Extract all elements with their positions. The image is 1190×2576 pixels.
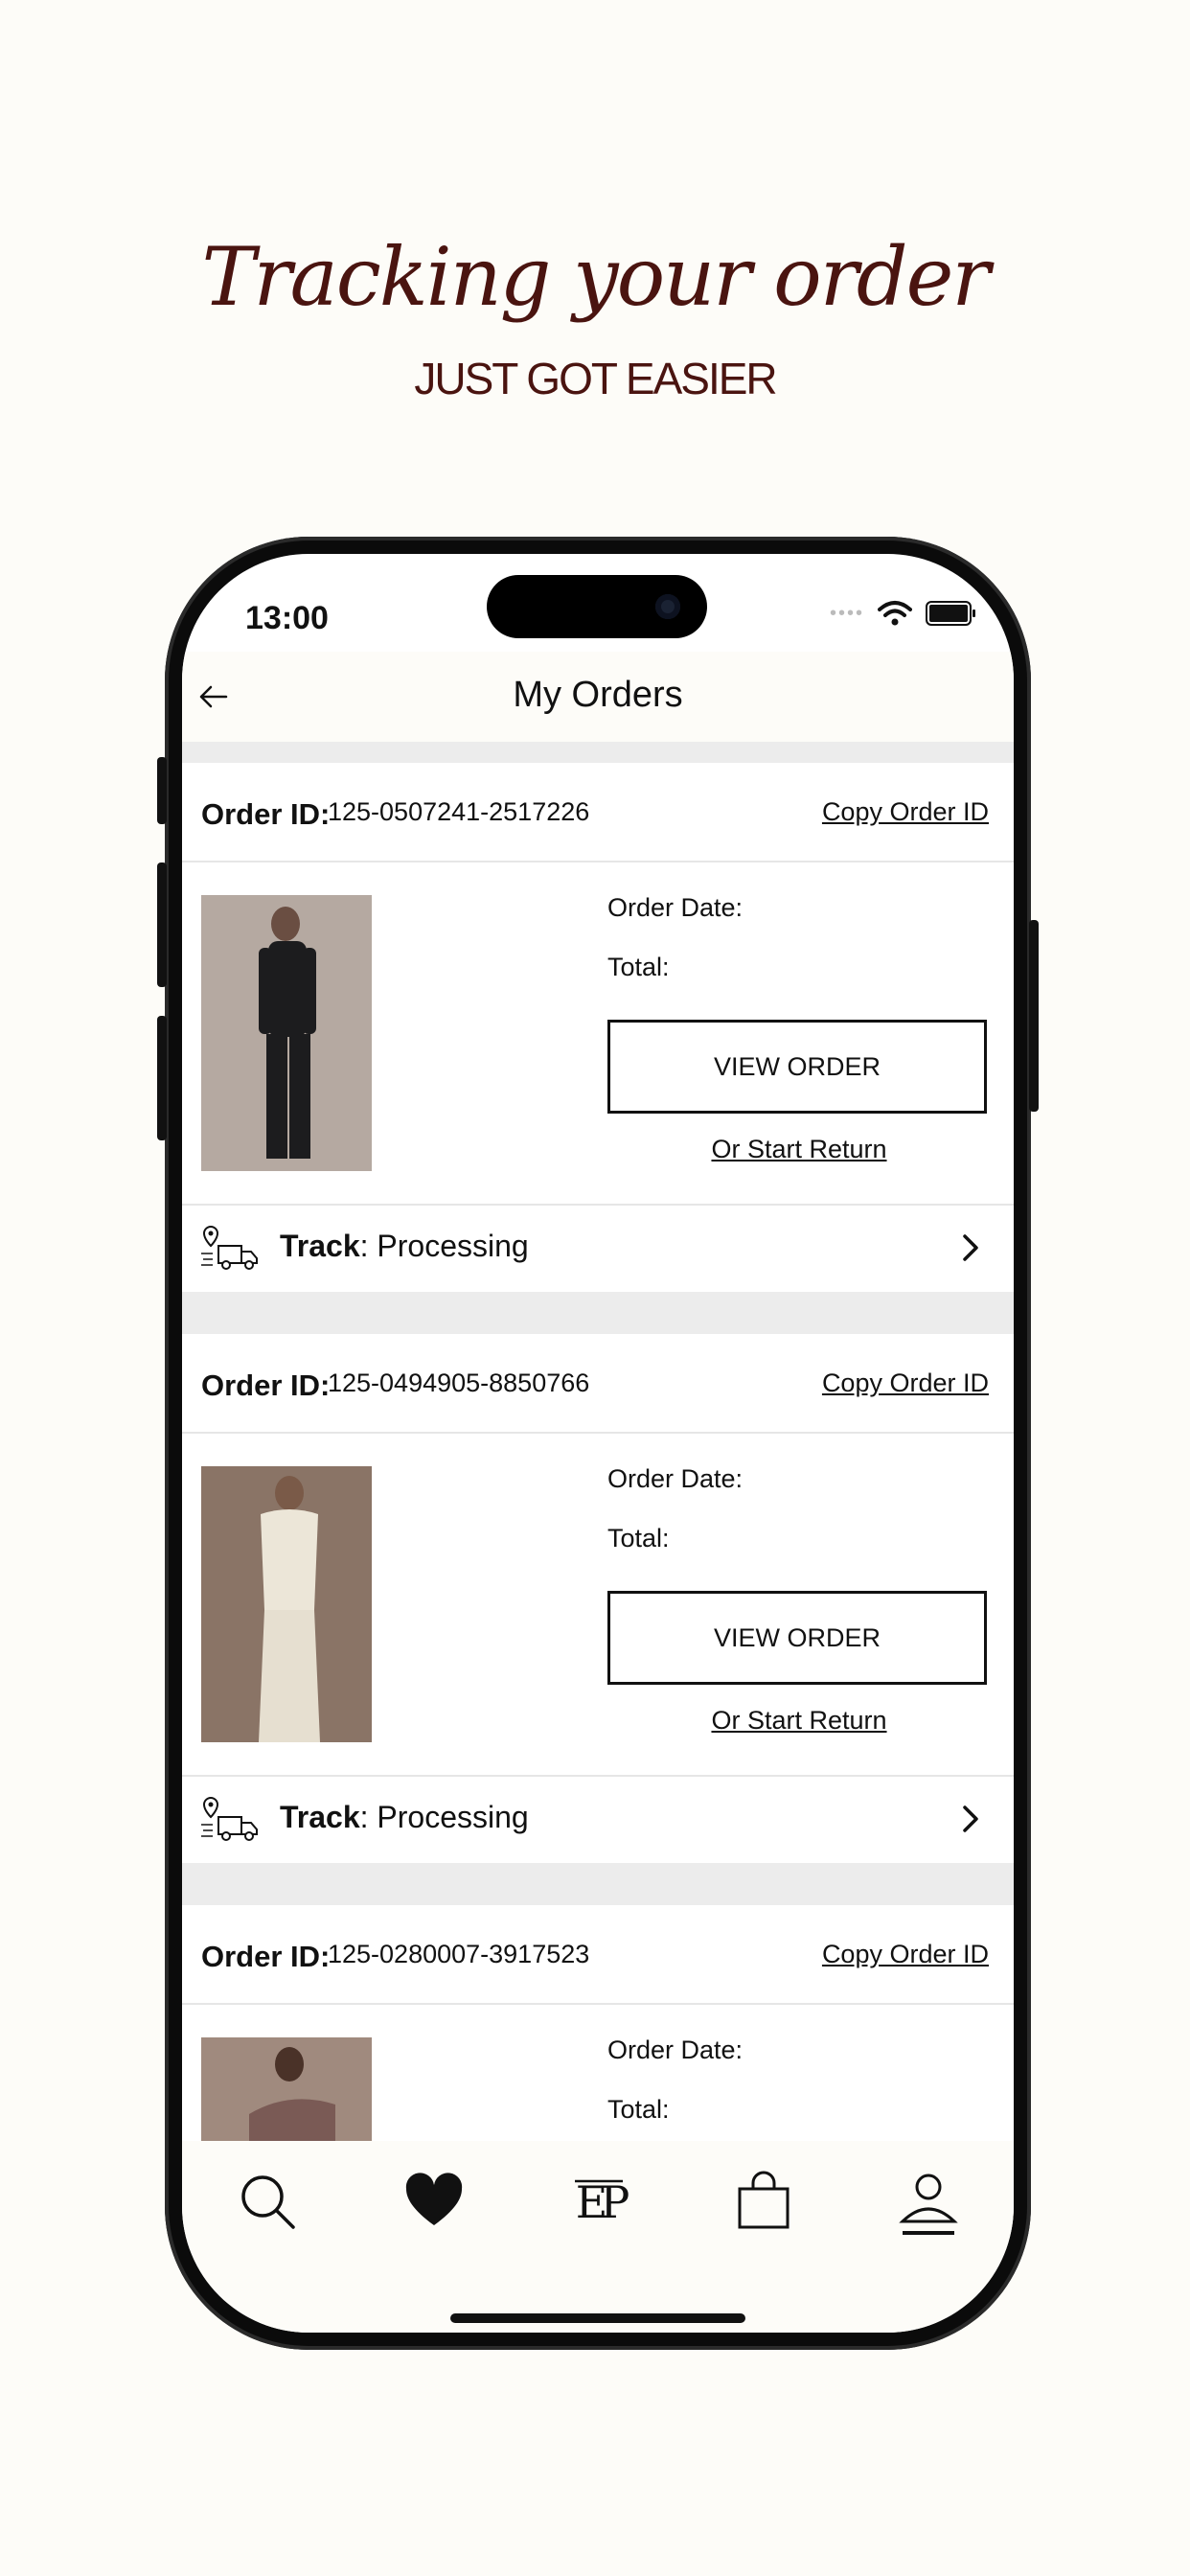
order-total-label: Total: (607, 953, 670, 981)
order-card: Order ID: 125-0507241-2517226 Copy Order… (182, 763, 1014, 1292)
chevron-right-icon (963, 1806, 978, 1832)
heart-icon[interactable] (400, 2168, 468, 2235)
copy-order-id-link[interactable]: Copy Order ID (822, 797, 989, 827)
svg-text:EP: EP (576, 2176, 629, 2228)
copy-order-id-link[interactable]: Copy Order ID (822, 1368, 989, 1398)
order-header: Order ID: 125-0280007-3917523 Copy Order… (182, 1905, 1014, 2005)
list-separator (182, 1292, 1014, 1334)
status-indicators: •••• (829, 600, 975, 627)
phone-power-button (1029, 920, 1039, 1112)
model-figure-image (201, 1466, 372, 1742)
order-body: Order Date: Total: VIEW ORDER Or Start R… (182, 1434, 1014, 1777)
camera-icon (655, 594, 680, 619)
promo-subtitle: JUST GOT EASIER (414, 354, 777, 403)
home-indicator[interactable] (450, 2313, 745, 2323)
model-figure-image (201, 895, 372, 1171)
order-body: Order Date: Total: VIEW ORDER Or Start R… (182, 862, 1014, 1206)
view-order-button[interactable]: VIEW ORDER (607, 1020, 987, 1114)
wifi-icon (878, 601, 912, 626)
nav-header: My Orders (182, 652, 1014, 742)
phone-silent-switch (157, 757, 167, 824)
track-status: : Processing (359, 1229, 529, 1263)
view-order-button[interactable]: VIEW ORDER (607, 1591, 987, 1685)
product-thumbnail[interactable] (201, 2037, 372, 2141)
track-status: : Processing (359, 1800, 529, 1834)
page-title: My Orders (513, 675, 683, 715)
track-order-row[interactable]: Track: Processing (182, 1777, 1014, 1863)
order-total-label: Total: (607, 2095, 670, 2124)
phone-volume-up (157, 862, 167, 987)
order-date-label: Order Date: (607, 1464, 744, 1493)
delivery-truck-icon (201, 1225, 258, 1270)
battery-icon (926, 601, 975, 626)
order-header: Order ID: 125-0494905-8850766 Copy Order… (182, 1334, 1014, 1434)
model-figure-image (201, 2037, 372, 2141)
bottom-tab-bar: EP (182, 2141, 1014, 2333)
track-status-text: Track: Processing (280, 1800, 529, 1835)
order-date-label: Order Date: (607, 893, 744, 922)
order-id-value: 125-0507241-2517226 (328, 797, 590, 826)
order-id-label: Order ID: (201, 1368, 331, 1402)
promo-title: Tracking your order (201, 230, 991, 324)
app-screen: 13:00 •••• My Orders Order ID: 125-05072… (182, 554, 1014, 2333)
list-separator (182, 742, 1014, 763)
track-label: Track (280, 1800, 360, 1834)
product-thumbnail[interactable] (201, 895, 372, 1171)
account-icon[interactable] (895, 2168, 962, 2235)
order-id-label: Order ID: (201, 797, 331, 831)
start-return-link[interactable]: Or Start Return (607, 1706, 991, 1736)
signal-dots-icon: •••• (829, 602, 864, 624)
order-card: Order ID: 125-0494905-8850766 Copy Order… (182, 1334, 1014, 1863)
order-id-value: 125-0494905-8850766 (328, 1368, 590, 1397)
phone-frame: 13:00 •••• My Orders Order ID: 125-05072… (157, 537, 1039, 2350)
brand-logo-icon[interactable]: EP (565, 2168, 632, 2235)
order-id-label: Order ID: (201, 1940, 331, 1973)
order-total-label: Total: (607, 1524, 670, 1552)
list-separator (182, 1863, 1014, 1905)
chevron-right-icon (963, 1234, 978, 1261)
track-label: Track (280, 1229, 360, 1263)
order-id-value: 125-0280007-3917523 (328, 1940, 590, 1968)
status-time: 13:00 (245, 600, 329, 636)
start-return-link[interactable]: Or Start Return (607, 1135, 991, 1164)
phone-volume-down (157, 1016, 167, 1140)
status-bar: 13:00 •••• (182, 554, 1014, 640)
order-body: Order Date: Total: (182, 2005, 1014, 2141)
order-date-label: Order Date: (607, 2036, 744, 2064)
track-order-row[interactable]: Track: Processing (182, 1206, 1014, 1292)
delivery-truck-icon (201, 1796, 258, 1841)
shopping-bag-icon[interactable] (730, 2168, 797, 2235)
track-status-text: Track: Processing (280, 1229, 529, 1264)
copy-order-id-link[interactable]: Copy Order ID (822, 1940, 989, 1969)
dynamic-island (487, 575, 707, 638)
order-header: Order ID: 125-0507241-2517226 Copy Order… (182, 763, 1014, 862)
product-thumbnail[interactable] (201, 1466, 372, 1742)
order-card: Order ID: 125-0280007-3917523 Copy Order… (182, 1905, 1014, 2141)
search-icon[interactable] (234, 2168, 301, 2235)
orders-list[interactable]: Order ID: 125-0507241-2517226 Copy Order… (182, 742, 1014, 2141)
